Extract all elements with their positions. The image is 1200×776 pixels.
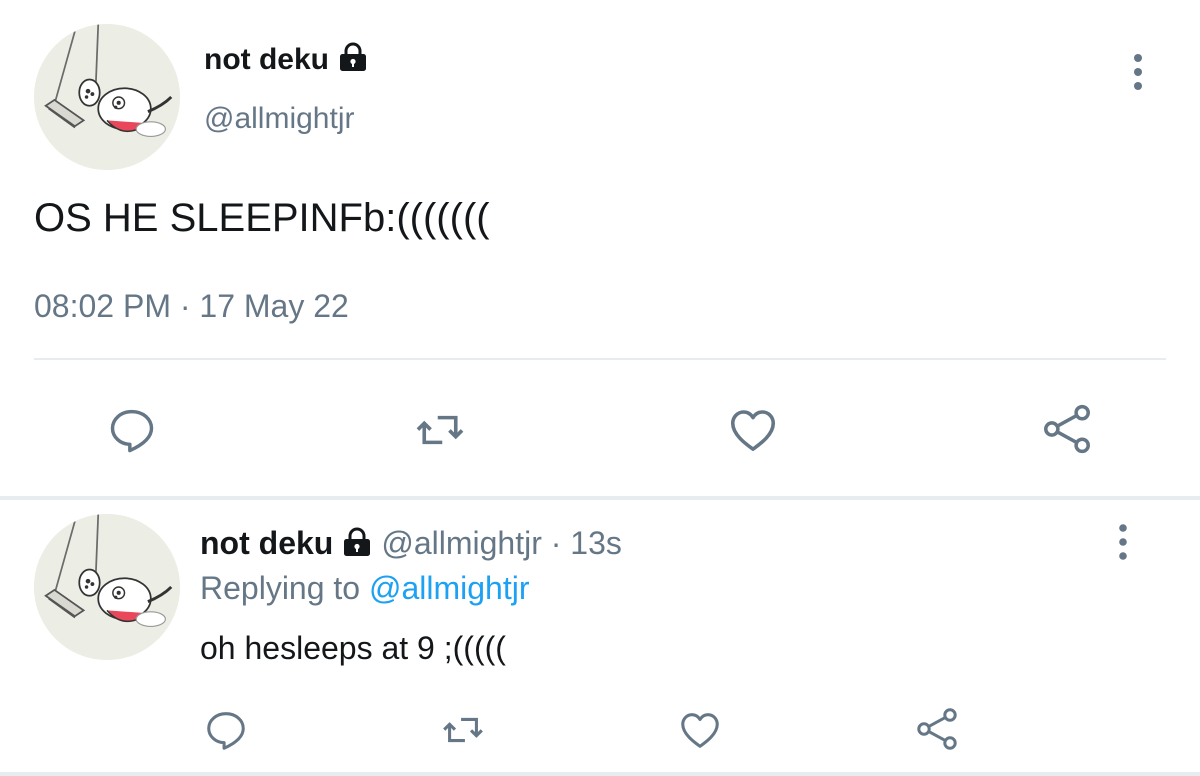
- retweet-button[interactable]: [412, 402, 468, 458]
- author-name-text: not deku: [204, 43, 329, 76]
- replying-to: Replying to @allmightjr: [200, 570, 530, 607]
- retweet-icon: [443, 717, 483, 743]
- reply-avatar[interactable]: [34, 514, 180, 660]
- reply-retweet-button[interactable]: [439, 706, 487, 754]
- tweet-text: OS HE SLEEPINFb:(((((((: [34, 196, 490, 240]
- reply-handle-time[interactable]: @allmightjr · 13s: [381, 525, 622, 561]
- share-icon: [917, 708, 957, 750]
- avatar-image: [34, 24, 180, 170]
- author-handle[interactable]: @allmightjr: [204, 102, 354, 136]
- reply-text: oh hesleeps at 9 ;(((((: [200, 630, 506, 666]
- share-icon: [1044, 404, 1090, 454]
- reply-share-button[interactable]: [912, 704, 962, 754]
- reply-reply-button[interactable]: [202, 706, 250, 754]
- replying-prefix: Replying to: [200, 570, 361, 606]
- bottom-divider: [0, 772, 1200, 776]
- reply-button[interactable]: [104, 402, 160, 458]
- lock-icon: [340, 42, 366, 71]
- tweet-timestamp[interactable]: 08:02 PM · 17 May 22: [34, 288, 349, 325]
- reply-icon: [110, 409, 154, 453]
- avatar[interactable]: [34, 24, 180, 170]
- share-button[interactable]: [1038, 400, 1096, 458]
- more-options-icon[interactable]: [1128, 50, 1148, 94]
- retweet-icon: [416, 415, 464, 445]
- reply-more-options-icon[interactable]: [1113, 520, 1133, 564]
- like-button[interactable]: [724, 402, 782, 458]
- author-name[interactable]: not deku: [204, 42, 369, 77]
- like-icon: [730, 410, 776, 451]
- divider: [34, 358, 1166, 360]
- reply-like-button[interactable]: [676, 706, 724, 754]
- reply-author-name[interactable]: not deku: [200, 525, 333, 561]
- like-icon: [681, 713, 719, 748]
- avatar-image: [34, 514, 180, 660]
- lock-icon: [344, 527, 371, 556]
- main-tweet: not deku @allmightjr OS HE SLEEPINFb:(((…: [0, 0, 1200, 496]
- reply-header: not deku @allmightjr · 13s: [200, 525, 622, 562]
- tweet-separator: [0, 496, 1200, 500]
- replying-mention-link[interactable]: @allmightjr: [369, 570, 530, 606]
- reply-icon: [207, 712, 245, 750]
